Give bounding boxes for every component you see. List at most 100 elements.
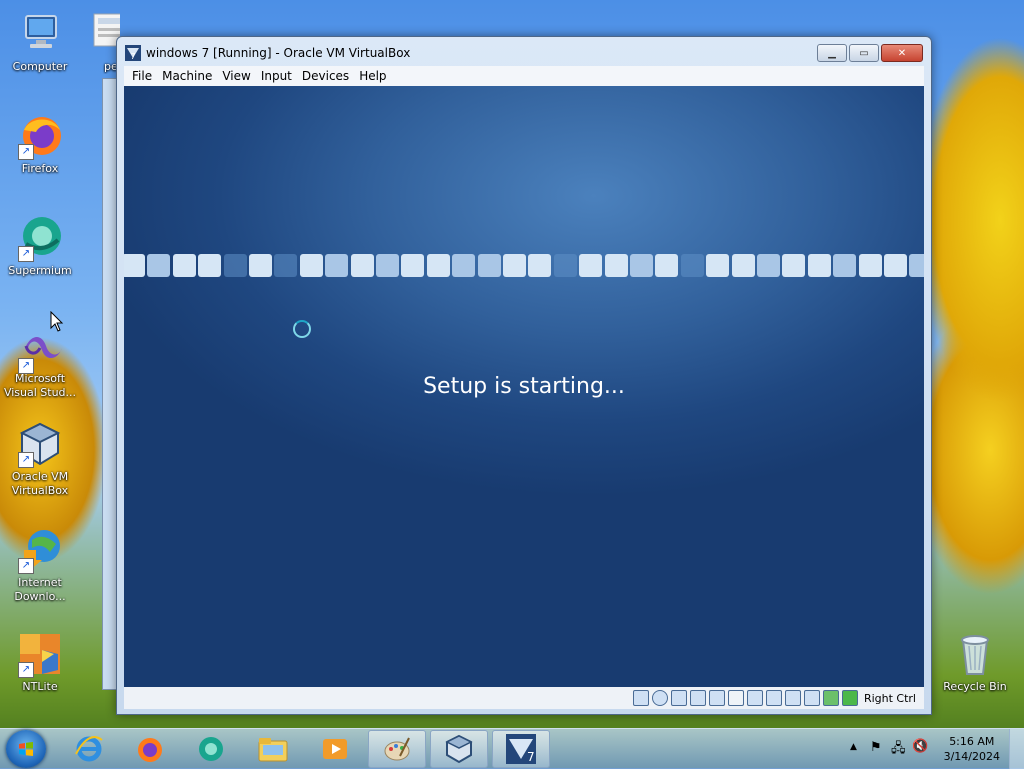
volume-muted-icon[interactable]: 🔇 <box>912 739 928 754</box>
menu-input[interactable]: Input <box>261 69 292 83</box>
shortcut-arrow-icon: ↗ <box>18 558 34 574</box>
progress-square <box>833 254 857 277</box>
progress-square <box>249 254 272 277</box>
progress-square <box>858 254 882 277</box>
file-explorer-icon <box>258 738 288 762</box>
display-icon[interactable] <box>746 690 763 706</box>
usb-icon[interactable] <box>708 690 725 706</box>
progress-square <box>325 254 349 277</box>
shortcut-arrow-icon: ↗ <box>18 452 34 468</box>
show-desktop-button[interactable] <box>1009 729 1024 769</box>
progress-square <box>503 254 526 277</box>
action-center-flag-icon[interactable]: ⚑ <box>870 740 882 755</box>
progress-square <box>124 254 145 277</box>
desktop-icon-label: Oracle VM VirtualBox <box>11 470 69 497</box>
taskbar-media-player[interactable] <box>306 730 364 768</box>
progress-square <box>782 254 806 277</box>
ntlite-icon: ↗ <box>16 630 64 678</box>
progress-square <box>426 254 450 277</box>
progress-square <box>807 254 831 277</box>
progress-square <box>706 254 730 277</box>
video-capture-icon[interactable] <box>765 690 782 706</box>
window-titlebar[interactable]: 7 windows 7 [Running] - Oracle VM Virtua… <box>117 37 931 65</box>
shortcut-arrow-icon: ↗ <box>18 246 34 262</box>
maximize-icon: ▭ <box>859 47 869 59</box>
clock-time: 5:16 AM <box>949 735 995 748</box>
firefox-icon <box>138 738 162 762</box>
shortcut-arrow-icon: ↗ <box>18 662 34 678</box>
desktop-icon-visual-studio[interactable]: ↗ Microsoft Visual Stud... <box>0 326 80 400</box>
audio-icon[interactable] <box>670 690 687 706</box>
desktop-icon-label: Computer <box>12 60 68 73</box>
progress-square <box>909 254 924 277</box>
setup-status-message: Setup is starting... <box>423 374 625 399</box>
desktop-icon-label: Supermium <box>8 264 72 277</box>
minimize-button[interactable]: ▁ <box>817 44 847 62</box>
clock[interactable]: 5:16 AM 3/14/2024 <box>944 734 1000 764</box>
vrde-icon[interactable] <box>784 690 801 706</box>
desktop-icon-supermium[interactable]: ↗ Supermium <box>0 214 80 278</box>
virtualbox-icon <box>445 734 473 764</box>
menu-bar: File Machine View Input Devices Help <box>124 66 924 86</box>
menu-file[interactable]: File <box>132 69 152 83</box>
recycle-bin-icon <box>951 630 999 678</box>
desktop-icon-label-text: Microsoft Visual Stud... <box>3 372 77 399</box>
maximize-button[interactable]: ▭ <box>849 44 879 62</box>
progress-square <box>274 254 298 277</box>
mouse-cursor-icon <box>50 311 64 332</box>
desktop-icon-pe[interactable]: pe <box>80 10 120 74</box>
desktop-icon-firefox[interactable]: ↗ Firefox <box>0 112 80 176</box>
desktop-icon-virtualbox[interactable]: ↗ Oracle VM VirtualBox <box>0 420 80 498</box>
shared-folders-icon[interactable] <box>727 690 744 706</box>
vm-display[interactable]: Setup is starting... <box>124 86 924 687</box>
close-icon: ✕ <box>897 47 907 59</box>
system-tray: ▲ ⚑ 🖧 🔇 5:16 AM 3/14/2024 <box>834 729 1024 769</box>
menu-help[interactable]: Help <box>359 69 386 83</box>
progress-square <box>147 254 171 277</box>
taskbar-virtualbox[interactable] <box>430 730 488 768</box>
taskbar-vm-window[interactable]: 7 <box>492 730 550 768</box>
virtualbox-vm-window[interactable]: 7 windows 7 [Running] - Oracle VM Virtua… <box>116 36 932 715</box>
taskbar-internet-explorer[interactable] <box>60 730 118 768</box>
progress-square <box>604 254 628 277</box>
taskbar-file-explorer[interactable] <box>244 730 302 768</box>
menu-view[interactable]: View <box>222 69 250 83</box>
internet-download-manager-icon: ↗ <box>16 526 64 574</box>
progress-square <box>376 254 399 277</box>
desktop-icon-recycle-bin[interactable]: Recycle Bin <box>935 630 1015 694</box>
keyboard-icon[interactable] <box>841 690 858 706</box>
svg-text:7: 7 <box>130 52 135 61</box>
progress-square <box>172 254 196 277</box>
host-key-label[interactable]: Right Ctrl <box>864 692 916 705</box>
window-controls: ▁ ▭ ✕ <box>815 44 923 62</box>
progress-square <box>452 254 476 277</box>
virtualbox-windows7-vm-icon: 7 <box>125 45 141 61</box>
progress-square <box>528 254 552 277</box>
virtualbox-windows7-vm-icon: 7 <box>506 734 536 764</box>
progress-square <box>680 254 704 277</box>
taskbar-paint[interactable] <box>368 730 426 768</box>
mouse-integration-icon[interactable] <box>822 690 839 706</box>
menu-devices[interactable]: Devices <box>302 69 349 83</box>
virtualbox-icon: ↗ <box>16 420 64 468</box>
menu-machine[interactable]: Machine <box>162 69 212 83</box>
firefox-icon: ↗ <box>16 112 64 160</box>
hard-disk-icon[interactable] <box>632 690 649 706</box>
desktop-icon-internet-download-manager[interactable]: ↗ Internet Downlo... <box>0 526 80 604</box>
cpu-icon[interactable] <box>803 690 820 706</box>
taskbar-firefox[interactable] <box>120 730 178 768</box>
visual-studio-icon: ↗ <box>16 326 64 374</box>
close-button[interactable]: ✕ <box>881 44 923 62</box>
network-tray-icon[interactable]: 🖧 <box>891 739 906 761</box>
loading-spinner-icon <box>293 320 311 338</box>
show-hidden-icons-icon[interactable]: ▲ <box>850 742 857 752</box>
progress-square <box>655 254 679 277</box>
desktop-icon-ntlite[interactable]: ↗ NTLite <box>0 630 80 694</box>
desktop-icon-computer[interactable]: Computer <box>0 10 80 74</box>
start-button[interactable] <box>6 730 46 768</box>
minimize-icon: ▁ <box>828 47 836 59</box>
network-icon[interactable] <box>689 690 706 706</box>
taskbar-supermium[interactable] <box>182 730 240 768</box>
progress-square <box>579 254 603 277</box>
optical-drive-icon[interactable] <box>651 690 668 706</box>
